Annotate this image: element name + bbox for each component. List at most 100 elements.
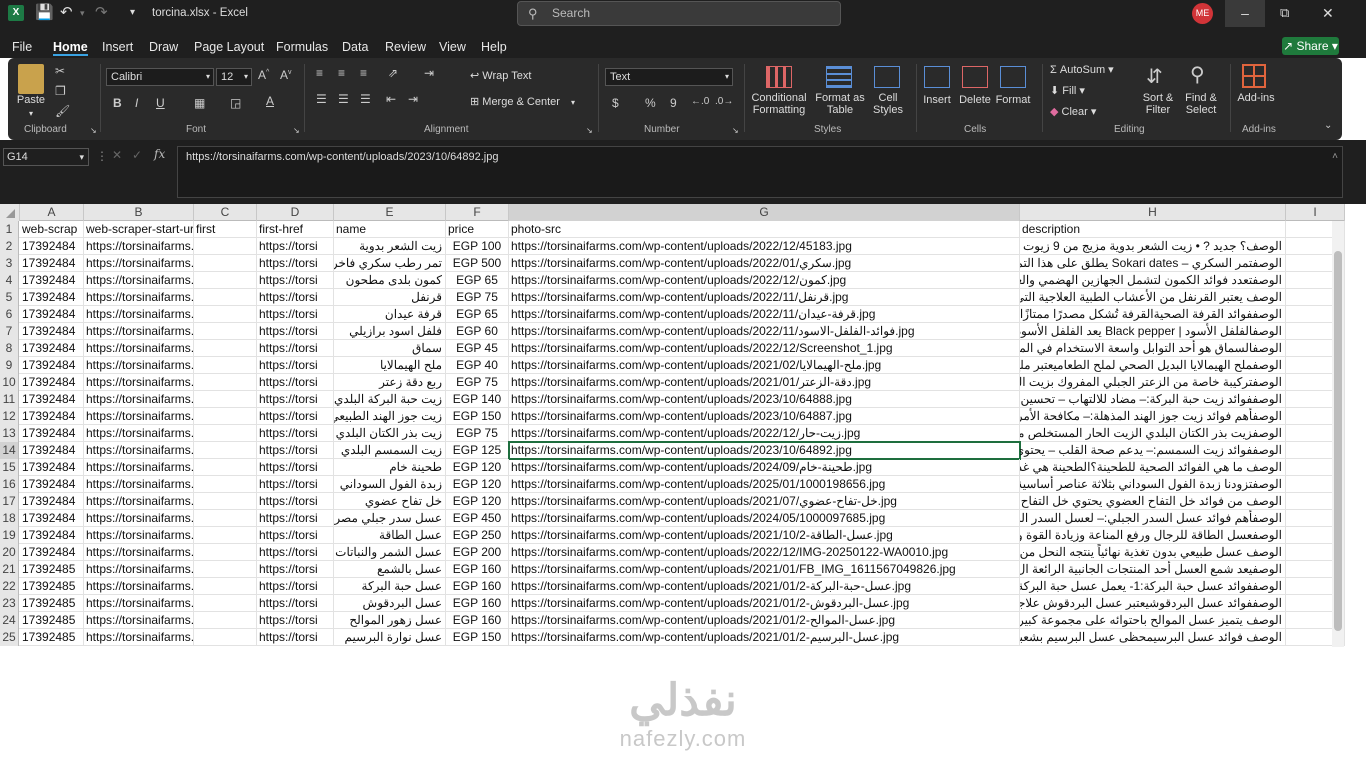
- cell-b2[interactable]: https://torsinaifarms.com: [84, 238, 194, 255]
- user-avatar[interactable]: ME: [1192, 3, 1213, 24]
- cell-h19[interactable]: الوصفعسل الطاقة للرجال ورفع المناعة وزيا…: [1020, 527, 1286, 544]
- cell-e1[interactable]: name: [334, 221, 446, 238]
- cell-c4[interactable]: [194, 272, 257, 289]
- tab-data[interactable]: Data: [342, 38, 368, 56]
- fill-button[interactable]: ⬇ Fill ▾: [1050, 85, 1085, 97]
- cell-b15[interactable]: https://torsinaifarms.com: [84, 459, 194, 476]
- cell-h23[interactable]: الوصففوائد عسل البردقوشيعتبر عسل البردقو…: [1020, 595, 1286, 612]
- cell-c12[interactable]: [194, 408, 257, 425]
- cell-a12[interactable]: 17392484: [20, 408, 84, 425]
- increase-font-icon[interactable]: A^: [258, 68, 269, 82]
- row-header[interactable]: 20: [0, 544, 19, 561]
- cell-g8[interactable]: https://torsinaifarms.com/wp-content/upl…: [509, 340, 1020, 357]
- cell-f3[interactable]: EGP 500: [446, 255, 509, 272]
- cell-h9[interactable]: الوصفملح الهيمالايا البديل الصحي لملح ال…: [1020, 357, 1286, 374]
- cell-b10[interactable]: https://torsinaifarms.com: [84, 374, 194, 391]
- minimize-icon[interactable]: –: [1225, 0, 1265, 27]
- row-header[interactable]: 1: [0, 221, 19, 238]
- cell-g5[interactable]: https://torsinaifarms.com/wp-content/upl…: [509, 289, 1020, 306]
- cell-g15[interactable]: https://torsinaifarms.com/wp-content/upl…: [509, 459, 1020, 476]
- find-select-icon[interactable]: ⚲: [1190, 62, 1205, 87]
- cell-h7[interactable]: الوصفالفلفل الأسود | Black pepper يعد ال…: [1020, 323, 1286, 340]
- cell-g23[interactable]: https://torsinaifarms.com/wp-content/upl…: [509, 595, 1020, 612]
- worksheet-grid[interactable]: ABCDEFGHI 1 web-scrap web-scraper-start-ur…: [0, 204, 1345, 648]
- cell-c11[interactable]: [194, 391, 257, 408]
- cell-h3[interactable]: الوصفتمر السكري – Sokari dates يطلق على …: [1020, 255, 1286, 272]
- rtl-direction-icon[interactable]: ⇥: [424, 66, 434, 80]
- cell-d13[interactable]: https://torsi: [257, 425, 334, 442]
- cell-f15[interactable]: EGP 120: [446, 459, 509, 476]
- paste-dropdown-icon[interactable]: ▾: [26, 108, 36, 120]
- tab-insert[interactable]: Insert: [102, 38, 133, 56]
- cell-c18[interactable]: [194, 510, 257, 527]
- align-middle-icon[interactable]: ≡: [338, 66, 345, 80]
- row-header[interactable]: 23: [0, 595, 19, 612]
- row-header[interactable]: 18: [0, 510, 19, 527]
- cell-d10[interactable]: https://torsi: [257, 374, 334, 391]
- search-input[interactable]: ⚲ Search: [517, 1, 841, 26]
- cell-c10[interactable]: [194, 374, 257, 391]
- row-header[interactable]: 9: [0, 357, 19, 374]
- cell-c5[interactable]: [194, 289, 257, 306]
- cell-d8[interactable]: https://torsi: [257, 340, 334, 357]
- add-ins-icon[interactable]: [1242, 64, 1266, 88]
- cell-f1[interactable]: price: [446, 221, 509, 238]
- cell-g4[interactable]: https://torsinaifarms.com/wp-content/upl…: [509, 272, 1020, 289]
- cell-b17[interactable]: https://torsinaifarms.com: [84, 493, 194, 510]
- format-cells-button[interactable]: Format: [994, 94, 1032, 106]
- cell-e22[interactable]: عسل حبة البركة: [334, 578, 446, 595]
- cell-a11[interactable]: 17392484: [20, 391, 84, 408]
- cell-f21[interactable]: EGP 160: [446, 561, 509, 578]
- cell-h22[interactable]: الوصففوائد عسل حبة البركة:1- يعمل عسل حب…: [1020, 578, 1286, 595]
- cell-e5[interactable]: قرنفل: [334, 289, 446, 306]
- borders-icon[interactable]: ▦: [194, 96, 205, 110]
- cell-a24[interactable]: 17392485: [20, 612, 84, 629]
- cell-c6[interactable]: [194, 306, 257, 323]
- cell-e14[interactable]: زيت السمسم البلدي: [334, 442, 446, 459]
- cell-a25[interactable]: 17392485: [20, 629, 84, 646]
- row-header[interactable]: 14: [0, 442, 19, 459]
- cell-e15[interactable]: طحينة خام: [334, 459, 446, 476]
- cell-b1[interactable]: web-scraper-start-url: [84, 221, 194, 238]
- autosum-button[interactable]: Σ AutoSum ▾: [1050, 64, 1114, 76]
- cell-a21[interactable]: 17392485: [20, 561, 84, 578]
- cell-e11[interactable]: زيت حبة البركة البلدي: [334, 391, 446, 408]
- cell-b12[interactable]: https://torsinaifarms.com: [84, 408, 194, 425]
- sort-filter-icon[interactable]: ⇵: [1146, 64, 1163, 89]
- cell-a19[interactable]: 17392484: [20, 527, 84, 544]
- collapse-ribbon-icon[interactable]: ⌄: [1324, 120, 1332, 131]
- row-header[interactable]: 8: [0, 340, 19, 357]
- cell-e2[interactable]: زيت الشعر بدوية: [334, 238, 446, 255]
- cell-d2[interactable]: https://torsi: [257, 238, 334, 255]
- cell-b8[interactable]: https://torsinaifarms.com: [84, 340, 194, 357]
- tab-draw[interactable]: Draw: [149, 38, 178, 56]
- decrease-indent-icon[interactable]: ⇤: [386, 92, 396, 106]
- tab-file[interactable]: File: [12, 38, 32, 56]
- cell-f12[interactable]: EGP 150: [446, 408, 509, 425]
- cell-c1[interactable]: first: [194, 221, 257, 238]
- cell-a7[interactable]: 17392484: [20, 323, 84, 340]
- paste-icon[interactable]: [18, 64, 44, 94]
- cell-a14[interactable]: 17392484: [20, 442, 84, 459]
- cell-a13[interactable]: 17392484: [20, 425, 84, 442]
- cell-f20[interactable]: EGP 200: [446, 544, 509, 561]
- cell-e7[interactable]: فلفل اسود برازيلي: [334, 323, 446, 340]
- cell-c22[interactable]: [194, 578, 257, 595]
- cell-f6[interactable]: EGP 65: [446, 306, 509, 323]
- expand-formula-icon[interactable]: ˄: [1332, 151, 1338, 162]
- cell-e17[interactable]: خل تفاح عضوي: [334, 493, 446, 510]
- cell-b18[interactable]: https://torsinaifarms.com: [84, 510, 194, 527]
- align-left-icon[interactable]: ☰: [316, 92, 327, 106]
- column-header-e[interactable]: E: [334, 204, 446, 221]
- cell-a18[interactable]: 17392484: [20, 510, 84, 527]
- format-painter-icon[interactable]: 🖌: [55, 104, 70, 118]
- increase-decimal-icon[interactable]: ←.0: [691, 96, 709, 107]
- cell-g2[interactable]: https://torsinaifarms.com/wp-content/upl…: [509, 238, 1020, 255]
- row-header[interactable]: 24: [0, 612, 19, 629]
- cell-e19[interactable]: عسل الطاقة: [334, 527, 446, 544]
- cell-g12[interactable]: https://torsinaifarms.com/wp-content/upl…: [509, 408, 1020, 425]
- cell-h16[interactable]: الوصفتزودنا زبدة الفول السوداني بثلاثة ع…: [1020, 476, 1286, 493]
- row-header[interactable]: 21: [0, 561, 19, 578]
- cell-f9[interactable]: EGP 40: [446, 357, 509, 374]
- cell-f2[interactable]: EGP 100: [446, 238, 509, 255]
